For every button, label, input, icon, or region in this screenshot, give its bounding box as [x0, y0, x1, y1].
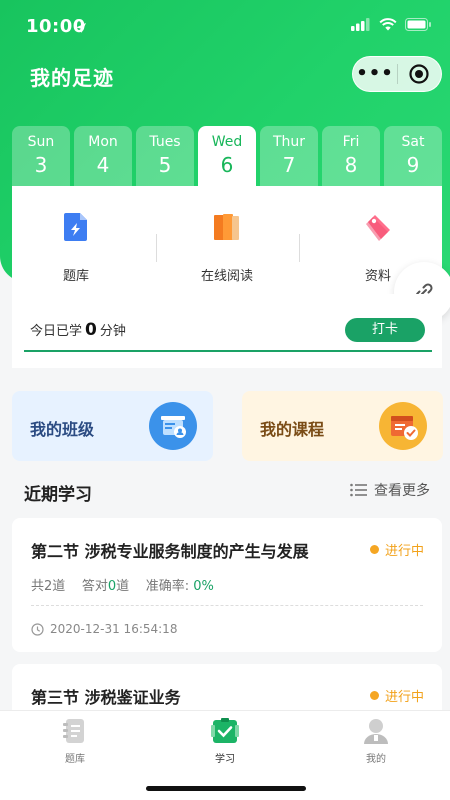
total-unit: 道: [52, 579, 66, 594]
status-dot: [369, 691, 379, 700]
more-menu-button[interactable]: •••: [353, 56, 397, 92]
my-course-card[interactable]: 我的课程: [242, 391, 443, 461]
day-name: Sun: [27, 134, 55, 150]
clock-icon: [31, 622, 44, 636]
divider: [156, 234, 157, 262]
day-tab-mon[interactable]: Mon 4: [74, 126, 132, 188]
lesson-status: 进行中: [369, 540, 424, 559]
view-more-link[interactable]: 查看更多: [350, 480, 430, 500]
class-board-icon: [149, 402, 197, 454]
home-indicator: [146, 786, 306, 791]
day-tab-tues[interactable]: Tues 5: [136, 126, 194, 188]
checkin-button[interactable]: 打卡: [345, 318, 425, 342]
profile-icon: [364, 719, 388, 744]
day-tab-fri[interactable]: Fri 8: [322, 126, 380, 188]
day-number: 4: [96, 153, 110, 177]
total-label: 共: [31, 579, 45, 594]
tab-label: 题库: [65, 754, 85, 765]
status-bar: 10:00: [0, 0, 450, 52]
study-icon: [211, 718, 239, 743]
lesson-status: 进行中: [369, 686, 424, 705]
wifi-icon: [379, 16, 397, 35]
day-name: Mon: [88, 134, 118, 150]
status-dot: [369, 545, 379, 554]
day-name: Thur: [272, 134, 306, 150]
accuracy-label: 准确率:: [145, 579, 190, 594]
day-tab-wed[interactable]: Wed 6: [198, 126, 256, 188]
lesson-title: 第三节 涉税鉴证业务: [31, 688, 181, 707]
day-name: Tues: [149, 134, 181, 150]
miniprogram-capsule: •••: [352, 56, 442, 92]
day-tab-sun[interactable]: Sun 3: [12, 126, 70, 188]
week-day-tabs: Sun 3 Mon 4 Tues 5 Wed 6 Thur 7 Fri 8 Sat 9: [12, 126, 442, 188]
status-label: 进行中: [384, 690, 424, 705]
correct-label: 答对: [81, 579, 108, 594]
day-number: 3: [34, 153, 48, 177]
recent-study-title: 近期学习: [24, 485, 92, 505]
list-icon: [350, 483, 367, 497]
day-name: Sat: [401, 134, 425, 150]
question-bank-icon: [63, 719, 84, 743]
book-icon: [212, 212, 242, 246]
my-class-label: 我的班级: [30, 420, 95, 439]
day-number: 6: [220, 153, 234, 177]
close-miniprogram-button[interactable]: [398, 63, 441, 85]
tool-label: 在线阅读: [200, 269, 253, 284]
progress-underline: [24, 350, 432, 352]
day-tab-thur[interactable]: Thur 7: [260, 126, 318, 188]
status-label: 进行中: [384, 544, 424, 559]
day-number: 8: [344, 153, 358, 177]
day-name: Fri: [342, 134, 360, 150]
correct-unit: 道: [116, 579, 130, 594]
lesson-title: 第二节 涉税专业服务制度的产生与发展: [31, 542, 309, 561]
divider: [299, 234, 300, 262]
signal-icon: [351, 16, 371, 35]
lesson-timestamp: 2020-12-31 16:54:18: [31, 622, 177, 636]
day-number: 5: [158, 153, 172, 177]
accuracy-value: 0%: [193, 579, 214, 594]
view-more-label: 查看更多: [374, 483, 430, 499]
study-time-suffix: 分钟: [99, 324, 126, 339]
target-icon: [409, 64, 430, 84]
my-class-card[interactable]: 我的班级: [12, 391, 213, 461]
tool-label: 题库: [62, 269, 89, 284]
study-minutes: 0: [85, 320, 97, 340]
tab-label: 学习: [215, 754, 235, 765]
lesson-card[interactable]: 第二节 涉税专业服务制度的产生与发展 进行中 共2道 答对0道 准确率: 0% …: [12, 518, 442, 652]
question-bank-icon: [63, 212, 89, 246]
tab-study[interactable]: 学习: [185, 717, 265, 765]
battery-icon: [405, 16, 432, 35]
course-calendar-icon: [379, 402, 427, 454]
day-number: 7: [282, 153, 296, 177]
checkin-panel: 今日已学 0 分钟 打卡: [12, 294, 442, 368]
day-tab-sat[interactable]: Sat 9: [384, 126, 442, 188]
study-time-prefix: 今日已学: [30, 324, 83, 339]
tools-card: 题库 在线阅读 资料: [12, 186, 442, 294]
correct-count: 0: [107, 579, 117, 594]
page-title: 我的足迹: [30, 66, 114, 90]
lesson-stats: 共2道 答对0道 准确率: 0%: [31, 575, 214, 594]
day-number: 9: [406, 153, 420, 177]
tab-label: 我的: [366, 754, 386, 765]
tab-question-bank[interactable]: 题库: [35, 717, 115, 765]
tag-icon: [363, 212, 393, 246]
location-arrow-icon: [75, 19, 87, 38]
dashed-divider: [31, 605, 423, 606]
my-course-label: 我的课程: [260, 420, 325, 439]
day-name: Wed: [211, 134, 243, 150]
tab-profile[interactable]: 我的: [336, 717, 416, 765]
timestamp-text: 2020-12-31 16:54:18: [50, 622, 178, 636]
study-time-text: 今日已学 0 分钟: [30, 320, 126, 340]
